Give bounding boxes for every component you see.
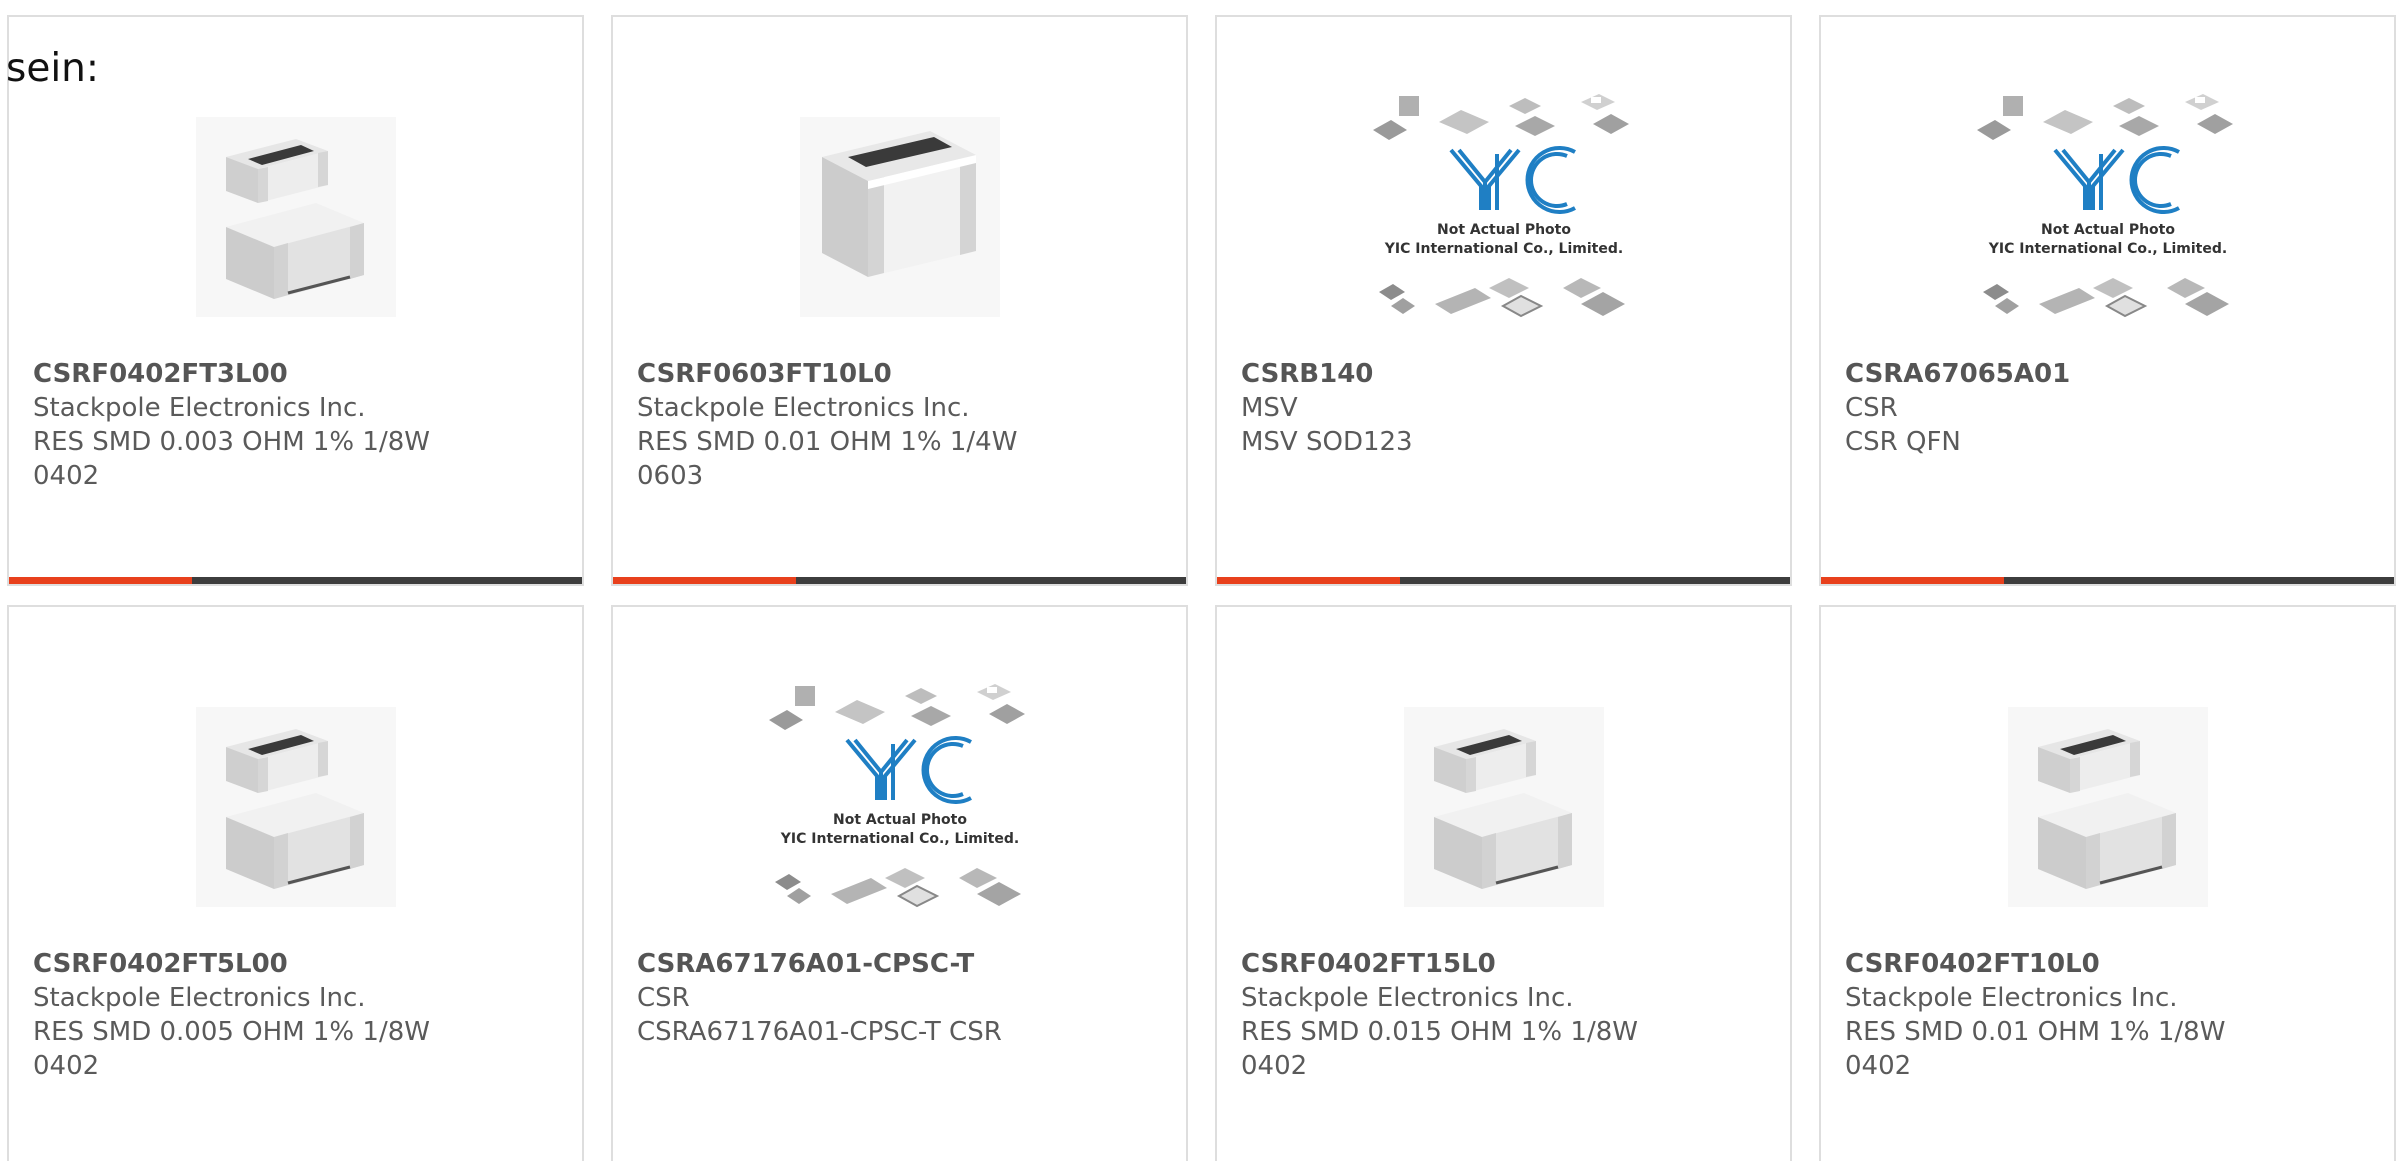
card-progress-bar [613,577,1186,584]
resistor-chip-icon [2007,707,2208,907]
placeholder-line1: Not Actual Photo [1437,222,1571,238]
description: CSR QFN [1845,427,1961,457]
product-info: CSRF0603FT10L0 Stackpole Electronics Inc… [637,357,1170,493]
manufacturer: Stackpole Electronics Inc. [1845,983,2178,1013]
description: CSRA67176A01-CPSC-T CSR [637,1017,1002,1047]
description: RES SMD 0.01 OHM 1% 1/4W [637,427,1018,457]
resistor-chip-icon [1403,707,1604,907]
part-number-link[interactable]: CSRB140 [1241,357,1774,391]
card-bar-accent [9,577,192,584]
yic-logo-icon: Not Actual Photo YIC International Co., … [768,684,1025,908]
package: 0603 [637,461,704,491]
manufacturer: Stackpole Electronics Inc. [33,393,366,423]
manufacturer: Stackpole Electronics Inc. [33,983,366,1013]
product-info: CSRB140 MSV MSV SOD123 [1241,357,1774,459]
resistor-chip-icon [195,117,396,317]
placeholder-line2: YIC International Co., Limited. [1987,241,2226,257]
product-image-placeholder[interactable]: Not Actual Photo YIC International Co., … [1821,72,2394,362]
product-image-resistor-chip[interactable] [9,662,582,952]
product-card[interactable]: CSRF0402FT3L00 Stackpole Electronics Inc… [7,15,584,586]
card-progress-bar [9,577,582,584]
product-image-resistor-chip[interactable] [1217,662,1790,952]
product-info: CSRA67065A01 CSR CSR QFN [1845,357,2378,459]
placeholder-line2: YIC International Co., Limited. [779,831,1018,847]
product-image-resistor-chip[interactable] [1821,662,2394,952]
lead-text: sein: [6,46,100,91]
placeholder-line1: Not Actual Photo [833,812,967,828]
description: RES SMD 0.005 OHM 1% 1/8W [33,1017,430,1047]
yic-logo-icon: Not Actual Photo YIC International Co., … [1976,94,2233,318]
description: MSV SOD123 [1241,427,1413,457]
resistor-chip-icon [799,117,1000,317]
product-info: CSRF0402FT15L0 Stackpole Electronics Inc… [1241,947,1774,1083]
description: RES SMD 0.003 OHM 1% 1/8W [33,427,430,457]
package: 0402 [1241,1051,1308,1081]
product-grid-page: CSRF0402FT3L00 Stackpole Electronics Inc… [0,0,2400,1161]
product-card[interactable]: Not Actual Photo YIC International Co., … [611,605,1188,1161]
product-card[interactable]: CSRF0402FT5L00 Stackpole Electronics Inc… [7,605,584,1161]
placeholder-line1: Not Actual Photo [2041,222,2175,238]
description: RES SMD 0.015 OHM 1% 1/8W [1241,1017,1638,1047]
product-card[interactable]: CSRF0603FT10L0 Stackpole Electronics Inc… [611,15,1188,586]
package: 0402 [33,461,100,491]
package: 0402 [1845,1051,1912,1081]
product-image-resistor-chip[interactable] [9,72,582,362]
product-image-placeholder[interactable]: Not Actual Photo YIC International Co., … [1217,72,1790,362]
manufacturer: Stackpole Electronics Inc. [1241,983,1574,1013]
part-number-link[interactable]: CSRF0402FT3L00 [33,357,566,391]
part-number-link[interactable]: CSRA67065A01 [1845,357,2378,391]
product-card[interactable]: Not Actual Photo YIC International Co., … [1819,15,2396,586]
product-info: CSRF0402FT5L00 Stackpole Electronics Inc… [33,947,566,1083]
product-card[interactable]: CSRF0402FT15L0 Stackpole Electronics Inc… [1215,605,1792,1161]
product-image-placeholder[interactable]: Not Actual Photo YIC International Co., … [613,662,1186,952]
description: RES SMD 0.01 OHM 1% 1/8W [1845,1017,2226,1047]
product-info: CSRF0402FT10L0 Stackpole Electronics Inc… [1845,947,2378,1083]
product-info: CSRA67176A01-CPSC-T CSR CSRA67176A01-CPS… [637,947,1170,1049]
part-number-link[interactable]: CSRA67176A01-CPSC-T [637,947,1170,981]
part-number-link[interactable]: CSRF0402FT5L00 [33,947,566,981]
card-bar-accent [1217,577,1400,584]
card-bar-accent [613,577,796,584]
product-image-resistor-chip[interactable] [613,72,1186,362]
yic-logo-icon: Not Actual Photo YIC International Co., … [1372,94,1629,318]
package: 0402 [33,1051,100,1081]
manufacturer: MSV [1241,393,1298,423]
part-number-link[interactable]: CSRF0603FT10L0 [637,357,1170,391]
manufacturer: CSR [637,983,690,1013]
manufacturer: CSR [1845,393,1898,423]
product-info: CSRF0402FT3L00 Stackpole Electronics Inc… [33,357,566,493]
card-progress-bar [1821,577,2394,584]
manufacturer: Stackpole Electronics Inc. [637,393,970,423]
resistor-chip-icon [195,707,396,907]
card-bar-accent [1821,577,2004,584]
part-number-link[interactable]: CSRF0402FT10L0 [1845,947,2378,981]
product-card[interactable]: CSRF0402FT10L0 Stackpole Electronics Inc… [1819,605,2396,1161]
product-card[interactable]: Not Actual Photo YIC International Co., … [1215,15,1792,586]
card-progress-bar [1217,577,1790,584]
placeholder-line2: YIC International Co., Limited. [1383,241,1622,257]
part-number-link[interactable]: CSRF0402FT15L0 [1241,947,1774,981]
